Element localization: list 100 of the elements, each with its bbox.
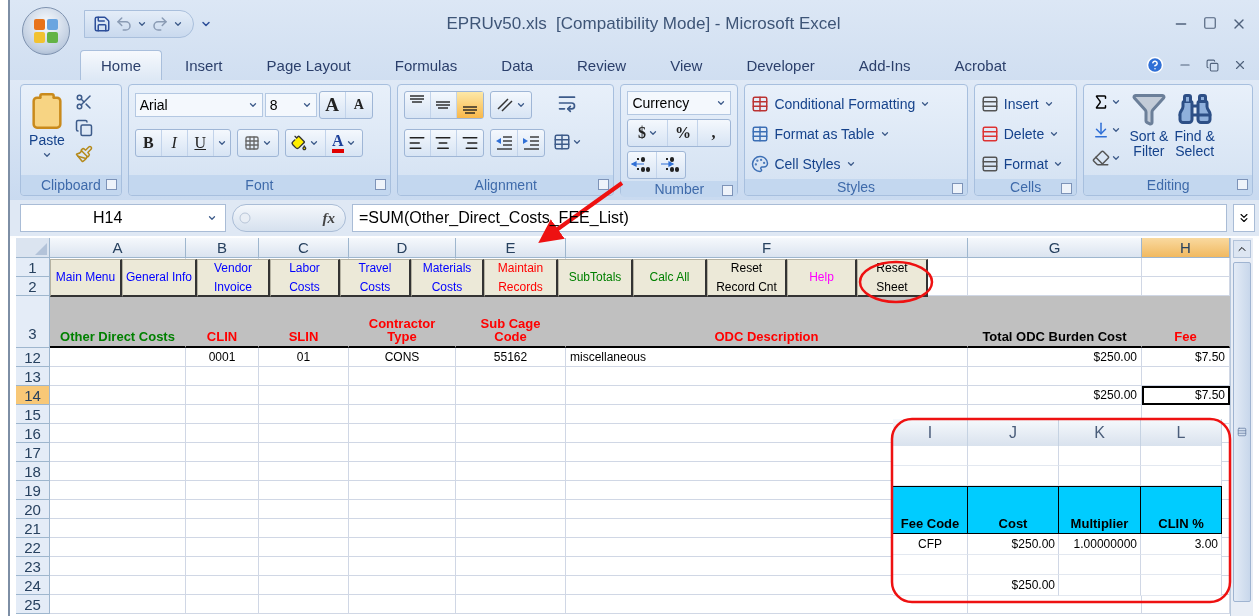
restore-icon[interactable]: [1206, 58, 1219, 72]
close-icon[interactable]: [1233, 58, 1247, 72]
column-heading: Fee: [1142, 296, 1230, 348]
row-header[interactable]: 16: [16, 424, 50, 443]
grip-icon: [239, 212, 251, 224]
dialog-launcher-icon[interactable]: [598, 179, 610, 190]
scroll-thumb[interactable]: [1233, 262, 1251, 602]
group-label: Clipboard: [40, 177, 101, 193]
column-header[interactable]: G: [968, 238, 1142, 258]
ribbon-tab[interactable]: Insert: [164, 50, 244, 80]
row-header[interactable]: 25: [16, 595, 50, 614]
row-header[interactable]: 13: [16, 367, 50, 386]
styles-command[interactable]: Conditional Formatting: [751, 91, 931, 117]
caret-icon: [137, 19, 147, 29]
row-header[interactable]: 12: [16, 348, 50, 367]
percent-button[interactable]: %: [668, 120, 699, 146]
comma-button[interactable]: ,: [698, 120, 729, 146]
sort-filter-button[interactable]: Sort & Filter: [1129, 91, 1169, 173]
macro-button[interactable]: General Info: [122, 259, 197, 297]
caret-icon: [173, 19, 183, 29]
row-header[interactable]: 3: [16, 296, 50, 348]
column-header[interactable]: F: [566, 238, 968, 258]
macro-button[interactable]: Reset Record Cnt: [707, 259, 787, 297]
column-heading: Multiplier: [1059, 486, 1141, 534]
dialog-launcher-icon[interactable]: [105, 179, 117, 190]
grow-font-button[interactable]: A: [319, 92, 346, 118]
macro-button[interactable]: Main Menu: [50, 259, 122, 297]
ribbon-tab[interactable]: Formulas: [373, 50, 479, 80]
styles-command[interactable]: Cell Styles: [751, 151, 931, 177]
shrink-font-button[interactable]: A: [345, 92, 372, 118]
macro-button[interactable]: Travel Costs: [340, 259, 411, 297]
ribbon-tab[interactable]: Page Layout: [245, 50, 372, 80]
row-header[interactable]: 17: [16, 443, 50, 462]
row-header[interactable]: 24: [16, 576, 50, 595]
macro-button[interactable]: Calc All: [633, 259, 707, 297]
ribbon-tab[interactable]: Acrobat: [933, 50, 1028, 80]
ribbon-tab[interactable]: Review: [556, 50, 648, 80]
caret-icon: [301, 100, 312, 110]
currency-button[interactable]: $: [628, 120, 669, 146]
dialog-launcher-icon[interactable]: [375, 179, 386, 190]
column-heading: CLIN %: [1141, 486, 1222, 534]
row-header[interactable]: 14: [16, 386, 50, 405]
macro-button[interactable]: Vendor Invoice: [197, 259, 270, 297]
cells-command[interactable]: Delete: [980, 121, 1064, 147]
expand-formula-button[interactable]: [1233, 204, 1255, 232]
insert-function-button[interactable]: fx: [322, 209, 335, 227]
row-header[interactable]: 19: [16, 481, 50, 500]
macro-button[interactable]: SubTotals: [558, 259, 633, 297]
dialog-launcher-icon[interactable]: [1237, 179, 1248, 190]
styles-command[interactable]: Format as Table: [751, 121, 931, 147]
italic-button[interactable]: I: [161, 130, 188, 156]
caret-icon: [207, 213, 217, 223]
column-header: J: [968, 419, 1059, 446]
macro-button[interactable]: Labor Costs: [270, 259, 340, 297]
row-header[interactable]: 20: [16, 500, 50, 519]
row-header[interactable]: 22: [16, 538, 50, 557]
dialog-launcher-icon[interactable]: [951, 183, 963, 194]
ribbon-tab[interactable]: Home: [80, 50, 162, 80]
row-header[interactable]: 21: [16, 519, 50, 538]
cells-command[interactable]: Insert: [980, 91, 1064, 117]
bottom-align-button[interactable]: [457, 92, 483, 118]
font-size-field[interactable]: 8: [264, 93, 317, 117]
ribbon-tab[interactable]: Developer: [725, 50, 836, 80]
column-header[interactable]: H: [1142, 238, 1230, 258]
rows-icon: [980, 155, 999, 173]
dialog-launcher-icon[interactable]: [1061, 183, 1073, 194]
copy-button[interactable]: [73, 117, 95, 139]
number-format-field[interactable]: Currency: [627, 91, 732, 115]
column-header[interactable]: D: [349, 238, 456, 258]
row-header[interactable]: 18: [16, 462, 50, 481]
dialog-launcher-icon[interactable]: [722, 185, 734, 196]
office-button[interactable]: [22, 7, 70, 55]
macro-button[interactable]: Materials Costs: [411, 259, 484, 297]
save-button[interactable]: [93, 15, 111, 33]
format-painter-button[interactable]: [73, 143, 95, 165]
paste-button[interactable]: Paste: [27, 91, 67, 173]
row-header[interactable]: 23: [16, 557, 50, 576]
table-cell: miscellaneous: [566, 348, 968, 367]
font-name-field[interactable]: Arial: [134, 93, 263, 117]
ribbon-tab[interactable]: View: [649, 50, 724, 80]
row-header[interactable]: 1: [16, 258, 50, 277]
align-lines-icon: [435, 100, 452, 110]
help-icon[interactable]: [1146, 56, 1164, 74]
underline-button[interactable]: U: [187, 130, 214, 156]
bold-button[interactable]: B: [135, 130, 162, 156]
column-header[interactable]: C: [259, 238, 349, 258]
name-box[interactable]: H14: [20, 204, 226, 232]
column-header[interactable]: B: [186, 238, 259, 258]
scroll-up-button[interactable]: [1233, 240, 1251, 258]
row-header[interactable]: 15: [16, 405, 50, 424]
find-select-button[interactable]: Find & Select: [1174, 91, 1215, 173]
row-header[interactable]: 2: [16, 277, 50, 296]
cells-command[interactable]: Format: [980, 151, 1064, 177]
table-cell: $7.50: [1142, 386, 1230, 405]
maximize-icon[interactable]: [1203, 16, 1217, 30]
ribbon-tab[interactable]: Add-Ins: [837, 50, 932, 80]
ribbon-tab[interactable]: Data: [480, 50, 554, 80]
align-center-icon: [434, 134, 453, 152]
column-header[interactable]: E: [456, 238, 566, 258]
column-header[interactable]: A: [50, 238, 186, 258]
